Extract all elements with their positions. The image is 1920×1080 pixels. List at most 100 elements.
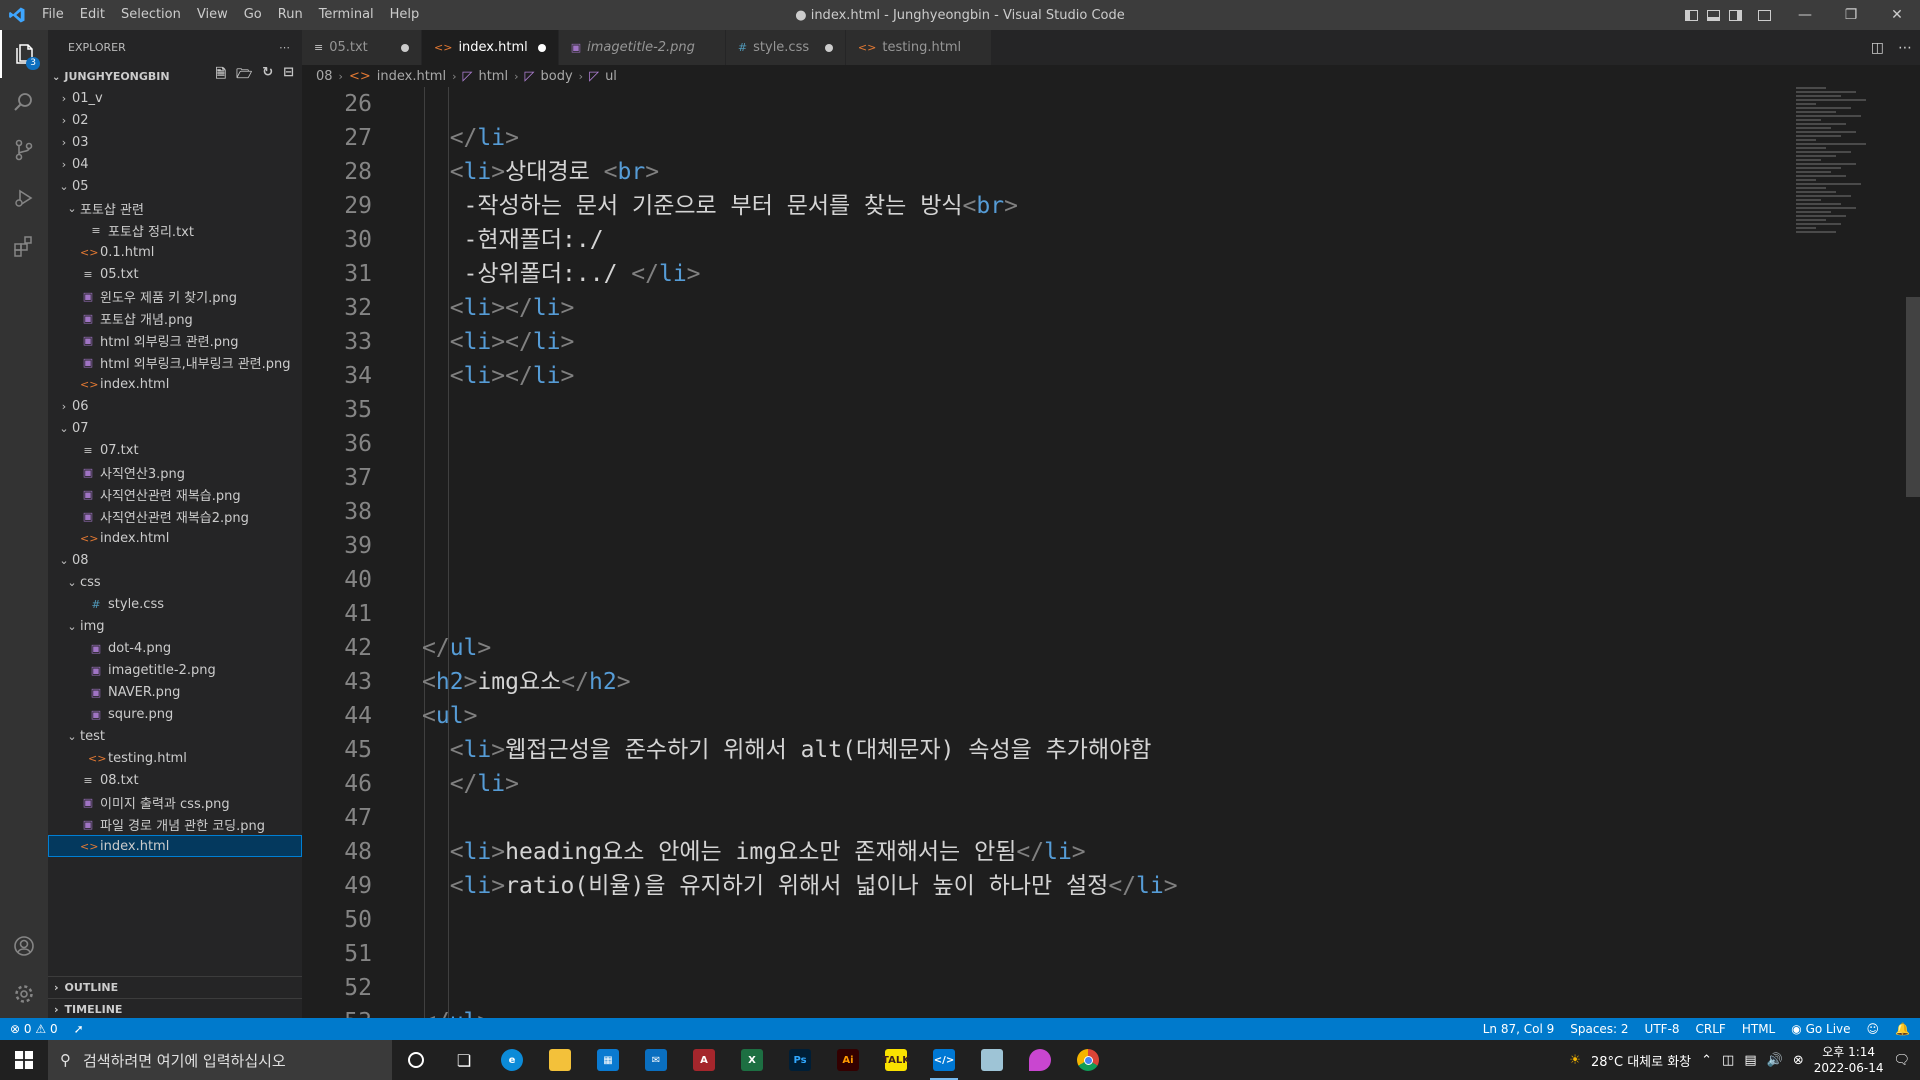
tree-file[interactable]: ≡ 05.txt (48, 263, 302, 285)
task-view-icon[interactable]: ❏ (440, 1040, 488, 1080)
problems-indicator[interactable]: ⊗ 0 ⚠ 0 (10, 1022, 58, 1036)
tree-file[interactable]: ▣ NAVER.png (48, 681, 302, 703)
weather-text[interactable]: 28°C 대체로 화창 (1591, 1051, 1691, 1070)
notification-center-icon[interactable]: 🗨 (1893, 1053, 1910, 1068)
tray-app-icon[interactable]: ◫ (1722, 1053, 1734, 1068)
menu-file[interactable]: File (34, 0, 72, 30)
clock[interactable]: 오후 1:14 2022-06-14 (1814, 1044, 1884, 1076)
live-share-icon[interactable]: ➚ (74, 1022, 84, 1036)
feedback-icon[interactable]: ☺ (1867, 1022, 1880, 1036)
editor-tab[interactable]: <> testing.html (845, 30, 993, 65)
editor-tab[interactable]: ▣ imagetitle-2.png (558, 30, 726, 65)
minimap[interactable] (1796, 87, 1906, 1018)
tree-folder[interactable]: ⌄ test (48, 725, 302, 747)
tree-file[interactable]: ≡ 포토샵 정리.txt (48, 219, 302, 241)
menu-help[interactable]: Help (382, 0, 428, 30)
ime-icon[interactable]: ⊗ (1793, 1053, 1804, 1068)
menu-view[interactable]: View (189, 0, 236, 30)
menu-go[interactable]: Go (236, 0, 270, 30)
volume-icon[interactable]: 🔊 (1767, 1053, 1783, 1068)
source-control-icon[interactable] (0, 126, 48, 174)
breadcrumb-ul[interactable]: ul (605, 69, 617, 84)
tree-folder[interactable]: › 04 (48, 153, 302, 175)
tree-folder[interactable]: ⌄ 07 (48, 417, 302, 439)
file-explorer-icon[interactable] (536, 1040, 584, 1080)
outline-section[interactable]: › OUTLINE (48, 976, 302, 998)
breadcrumb-file[interactable]: index.html (377, 69, 446, 84)
menu-run[interactable]: Run (270, 0, 311, 30)
windows-start-icon[interactable] (0, 1040, 48, 1080)
settings-gear-icon[interactable] (0, 970, 48, 1018)
vertical-scrollbar[interactable] (1906, 87, 1920, 1018)
close-icon[interactable]: ✕ (1874, 0, 1920, 30)
code-editor[interactable]: 26 27 28 29 30 31 32 33 34 35 36 37 38 39 40 41 42 43 44 45… (302, 87, 1782, 1018)
explorer-icon[interactable]: 3 (0, 30, 48, 78)
customize-layout-icon[interactable] (1746, 0, 1782, 30)
workspace-root[interactable]: ⌄ JUNGHYEONGBIN 🗎 🗁 ↻ ⊟ (48, 65, 302, 87)
tree-file[interactable]: <> index.html (48, 373, 302, 395)
menu-terminal[interactable]: Terminal (311, 0, 382, 30)
end-of-line[interactable]: CRLF (1696, 1022, 1726, 1036)
tree-file[interactable]: <> 0.1.html (48, 241, 302, 263)
restore-icon[interactable]: ❐ (1828, 0, 1874, 30)
access-icon[interactable]: A (680, 1040, 728, 1080)
menu-edit[interactable]: Edit (72, 0, 113, 30)
refresh-icon[interactable]: ↻ (262, 65, 273, 87)
tree-folder[interactable]: › 03 (48, 131, 302, 153)
scrollbar-thumb[interactable] (1906, 297, 1920, 497)
tree-file[interactable]: <> testing.html (48, 747, 302, 769)
split-editor-icon[interactable]: ◫ (1871, 40, 1884, 56)
toggle-primary-sidebar-icon[interactable] (1680, 0, 1702, 30)
editor-tab[interactable]: <> index.html (422, 30, 559, 65)
tree-file[interactable]: ▣ imagetitle-2.png (48, 659, 302, 681)
tree-file[interactable]: ▣ squre.png (48, 703, 302, 725)
editor-tab[interactable]: # style.css (725, 30, 846, 65)
tree-folder[interactable]: › 06 (48, 395, 302, 417)
tree-folder[interactable]: ⌄ 08 (48, 549, 302, 571)
edge-icon[interactable]: e (488, 1040, 536, 1080)
tree-file[interactable]: <> index.html (48, 527, 302, 549)
cortana-icon[interactable] (392, 1040, 440, 1080)
toggle-secondary-sidebar-icon[interactable] (1724, 0, 1746, 30)
toggle-panel-icon[interactable] (1702, 0, 1724, 30)
timeline-section[interactable]: › TIMELINE (48, 998, 302, 1020)
tree-file[interactable]: ▣ 포토샵 개념.png (48, 307, 302, 329)
tree-file[interactable]: ▣ html 외부링크 관련.png (48, 329, 302, 351)
run-debug-icon[interactable] (0, 174, 48, 222)
tree-file[interactable]: <> index.html (48, 835, 302, 857)
tree-folder[interactable]: › 01_v (48, 87, 302, 109)
tree-file[interactable]: ▣ 사직연산관련 재복습.png (48, 483, 302, 505)
collapse-all-icon[interactable]: ⊟ (283, 65, 294, 87)
tree-file[interactable]: ▣ dot-4.png (48, 637, 302, 659)
tree-file[interactable]: ≡ 08.txt (48, 769, 302, 791)
editor-more-icon[interactable]: ⋯ (1898, 40, 1912, 56)
tree-file[interactable]: ▣ 사직연산3.png (48, 461, 302, 483)
tree-file[interactable]: ≡ 07.txt (48, 439, 302, 461)
tree-file[interactable]: ▣ 사직연산관련 재복습2.png (48, 505, 302, 527)
menu-selection[interactable]: Selection (113, 0, 189, 30)
mail-icon[interactable]: ✉ (632, 1040, 680, 1080)
breadcrumb-body[interactable]: body (541, 69, 573, 84)
color-picker-icon[interactable] (1016, 1040, 1064, 1080)
unsaved-dot-icon[interactable] (401, 43, 409, 52)
store-icon[interactable]: ▦ (584, 1040, 632, 1080)
network-icon[interactable]: ▤ (1744, 1053, 1756, 1068)
language-mode[interactable]: HTML (1742, 1022, 1775, 1036)
new-file-icon[interactable]: 🗎 (216, 65, 226, 87)
editor-tab[interactable]: ≡ 05.txt (302, 30, 422, 65)
extensions-icon[interactable] (0, 222, 48, 270)
notifications-bell-icon[interactable]: 🔔 (1895, 1022, 1910, 1036)
unsaved-dot-icon[interactable] (824, 43, 833, 52)
tree-file[interactable]: ▣ 파일 경로 개념 관한 코딩.png (48, 813, 302, 835)
illustrator-icon[interactable]: Ai (824, 1040, 872, 1080)
tree-folder[interactable]: ⌄ 포토샵 관련 (48, 197, 302, 219)
tree-folder[interactable]: › 02 (48, 109, 302, 131)
unsaved-dot-icon[interactable] (537, 43, 546, 52)
tray-chevron-up-icon[interactable]: ⌃ (1701, 1053, 1712, 1068)
cursor-position[interactable]: Ln 87, Col 9 (1483, 1022, 1555, 1036)
tree-file[interactable]: ▣ 이미지 출력과 css.png (48, 791, 302, 813)
chrome-icon[interactable] (1064, 1040, 1112, 1080)
taskbar-search[interactable]: ⚲ 검색하려면 여기에 입력하십시오 (48, 1040, 392, 1080)
indentation[interactable]: Spaces: 2 (1570, 1022, 1628, 1036)
photoshop-icon[interactable]: Ps (776, 1040, 824, 1080)
